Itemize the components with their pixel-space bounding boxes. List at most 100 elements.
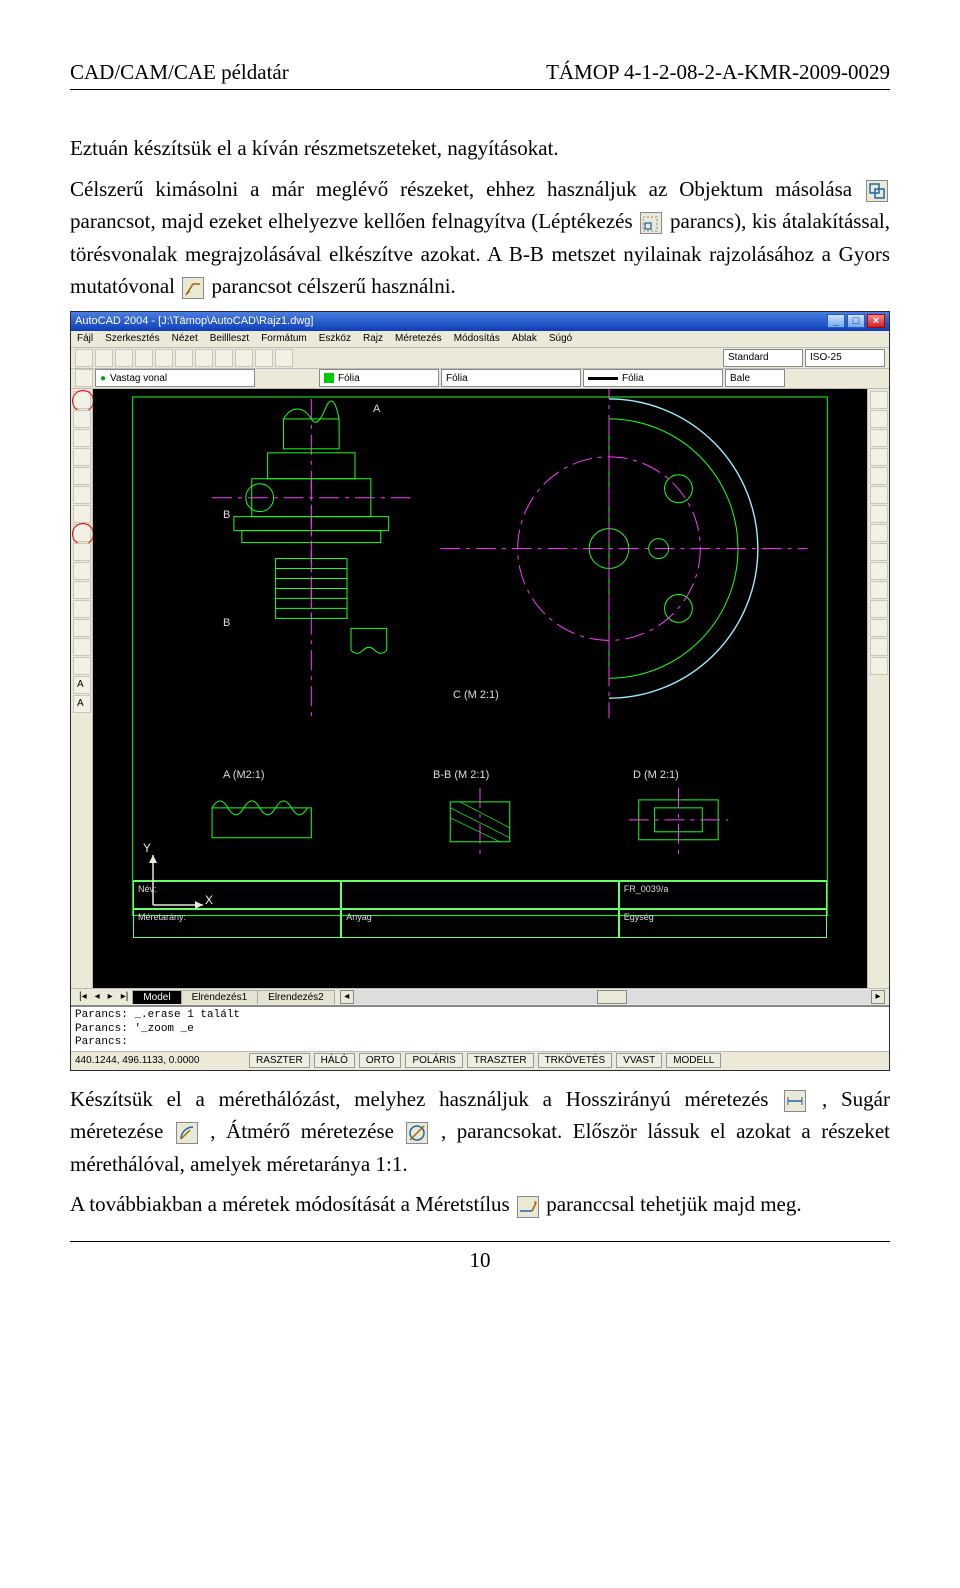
status-toggle[interactable]: HÁLÓ [314, 1053, 355, 1068]
region-tool-icon[interactable] [73, 657, 91, 675]
status-toggle[interactable]: TRKÖVETÉS [538, 1053, 613, 1068]
layers-toolbar[interactable]: ● Vastag vonal Fólia Fólia Fólia Bale [71, 369, 889, 390]
label-Dm: D (M 2:1) [633, 769, 679, 781]
polyline-tool-icon[interactable] [73, 429, 91, 447]
menu-item[interactable]: Szerkesztés [105, 333, 159, 344]
move-tool-icon[interactable] [870, 486, 888, 504]
array-tool-icon[interactable] [870, 467, 888, 485]
plotstyle-dropdown[interactable]: Bale [725, 369, 785, 387]
modify-toolbar[interactable] [867, 389, 889, 987]
extend-tool-icon[interactable] [870, 581, 888, 599]
tab-layout2[interactable]: Elrendezés2 [257, 990, 335, 1004]
polygon-tool-icon[interactable] [73, 448, 91, 466]
para3-seg1: Készítsük el a mérethálózást, melyhez ha… [70, 1087, 782, 1111]
redo-icon[interactable] [235, 349, 253, 367]
revcloud-tool-icon[interactable] [73, 524, 91, 542]
scroll-thumb[interactable] [597, 990, 627, 1004]
close-button[interactable]: × [867, 314, 885, 328]
layer-manager-icon[interactable] [75, 369, 93, 387]
status-toggle[interactable]: MODELL [666, 1053, 721, 1068]
status-toggle[interactable]: RASZTER [249, 1053, 310, 1068]
offset-tool-icon[interactable] [870, 448, 888, 466]
tab-layout1[interactable]: Elrendezés1 [181, 990, 259, 1004]
menu-item[interactable]: Méretezés [395, 333, 442, 344]
make-block-icon[interactable] [73, 600, 91, 618]
save-icon[interactable] [115, 349, 133, 367]
ellipse-tool-icon[interactable] [73, 562, 91, 580]
text-tool-icon[interactable]: A [73, 676, 91, 694]
point-tool-icon[interactable] [73, 619, 91, 637]
menu-item[interactable]: Módosítás [454, 333, 500, 344]
window-titlebar[interactable]: AutoCAD 2004 - [J:\Tämop\AutoCAD\Rajz1.d… [71, 312, 889, 331]
page-number: 10 [70, 1241, 890, 1273]
minimize-button[interactable]: _ [827, 314, 845, 328]
linetype-dropdown[interactable]: Fólia [441, 369, 581, 387]
status-toggle[interactable]: TRASZTER [467, 1053, 534, 1068]
horizontal-scrollbar[interactable]: ◂ ▸ [340, 990, 885, 1004]
menu-item[interactable]: Beillleszt [210, 333, 249, 344]
command-window[interactable]: Parancs: _.erase 1 talált Parancs: '_zoo… [71, 1005, 889, 1051]
open-icon[interactable] [95, 349, 113, 367]
chamfer-tool-icon[interactable] [870, 619, 888, 637]
line-tool-icon[interactable] [73, 391, 91, 409]
menu-item[interactable]: Eszköz [319, 333, 351, 344]
status-toggle[interactable]: POLÁRIS [405, 1053, 462, 1068]
mirror-tool-icon[interactable] [870, 429, 888, 447]
menu-item[interactable]: Fájl [77, 333, 93, 344]
tab-model[interactable]: Model [132, 990, 181, 1004]
color-dropdown[interactable]: Fólia [319, 369, 439, 387]
para-1: Eztuán készítsük el a kíván részmetszete… [70, 132, 890, 165]
trim-tool-icon[interactable] [870, 562, 888, 580]
circle-tool-icon[interactable] [73, 505, 91, 523]
mtext-tool-icon[interactable]: A [73, 695, 91, 713]
rotate-tool-icon[interactable] [870, 505, 888, 523]
undo-icon[interactable] [215, 349, 233, 367]
fillet-tool-icon[interactable] [870, 638, 888, 656]
arc-tool-icon[interactable] [73, 486, 91, 504]
insert-block-icon[interactable] [73, 581, 91, 599]
tab-nav-first-icon[interactable]: |◂ [75, 991, 91, 1002]
standard-toolbar[interactable]: Standard ISO-25 [71, 348, 889, 369]
spline-tool-icon[interactable] [73, 543, 91, 561]
style-dropdown[interactable]: Standard [723, 349, 803, 367]
tab-nav-next-icon[interactable]: ▸ [104, 991, 117, 1002]
copy-icon[interactable] [175, 349, 193, 367]
tab-nav-prev-icon[interactable]: ◂ [91, 991, 104, 1002]
scroll-left-icon[interactable]: ◂ [340, 990, 354, 1004]
status-toggle[interactable]: ORTO [359, 1053, 402, 1068]
rectangle-tool-icon[interactable] [73, 467, 91, 485]
cut-icon[interactable] [155, 349, 173, 367]
para4-seg2: paranccsal tehetjük majd meg. [546, 1192, 801, 1216]
paste-icon[interactable] [195, 349, 213, 367]
menu-item[interactable]: Súgó [549, 333, 572, 344]
menu-item[interactable]: Nézet [172, 333, 198, 344]
print-icon[interactable] [135, 349, 153, 367]
status-toggle[interactable]: VVAST [616, 1053, 662, 1068]
menu-item[interactable]: Formátum [261, 333, 307, 344]
zoom-icon[interactable] [275, 349, 293, 367]
new-icon[interactable] [75, 349, 93, 367]
layout-tabs[interactable]: |◂ ◂ ▸ ▸| Model Elrendezés1 Elrendezés2 … [71, 988, 889, 1005]
lineweight-dropdown[interactable]: Fólia [583, 369, 723, 387]
menu-bar[interactable]: Fájl Szerkesztés Nézet Beillleszt Formát… [71, 331, 889, 348]
erase-tool-icon[interactable] [870, 391, 888, 409]
scale-tool-icon[interactable] [870, 524, 888, 542]
scroll-right-icon[interactable]: ▸ [871, 990, 885, 1004]
para-2: Célszerű kimásolni a már meglévő részeke… [70, 173, 890, 303]
hatch-tool-icon[interactable] [73, 638, 91, 656]
menu-item[interactable]: Rajz [363, 333, 383, 344]
explode-tool-icon[interactable] [870, 657, 888, 675]
maximize-button[interactable]: □ [847, 314, 865, 328]
pan-icon[interactable] [255, 349, 273, 367]
dimstyle-dropdown[interactable]: ISO-25 [805, 349, 885, 367]
stretch-tool-icon[interactable] [870, 543, 888, 561]
drawing-canvas[interactable]: A B B C (M 2:1) A (M2:1) B-B (M 2:1) D (… [93, 389, 867, 987]
menu-item[interactable]: Ablak [512, 333, 537, 344]
xline-tool-icon[interactable] [73, 410, 91, 428]
para-4: A továbbiakban a méretek módosítását a M… [70, 1188, 890, 1221]
tab-nav-last-icon[interactable]: ▸| [117, 991, 133, 1002]
copy-tool-icon[interactable] [870, 410, 888, 428]
layer-dropdown[interactable]: ● Vastag vonal [95, 369, 255, 387]
break-tool-icon[interactable] [870, 600, 888, 618]
draw-toolbar[interactable]: A A [71, 389, 93, 987]
